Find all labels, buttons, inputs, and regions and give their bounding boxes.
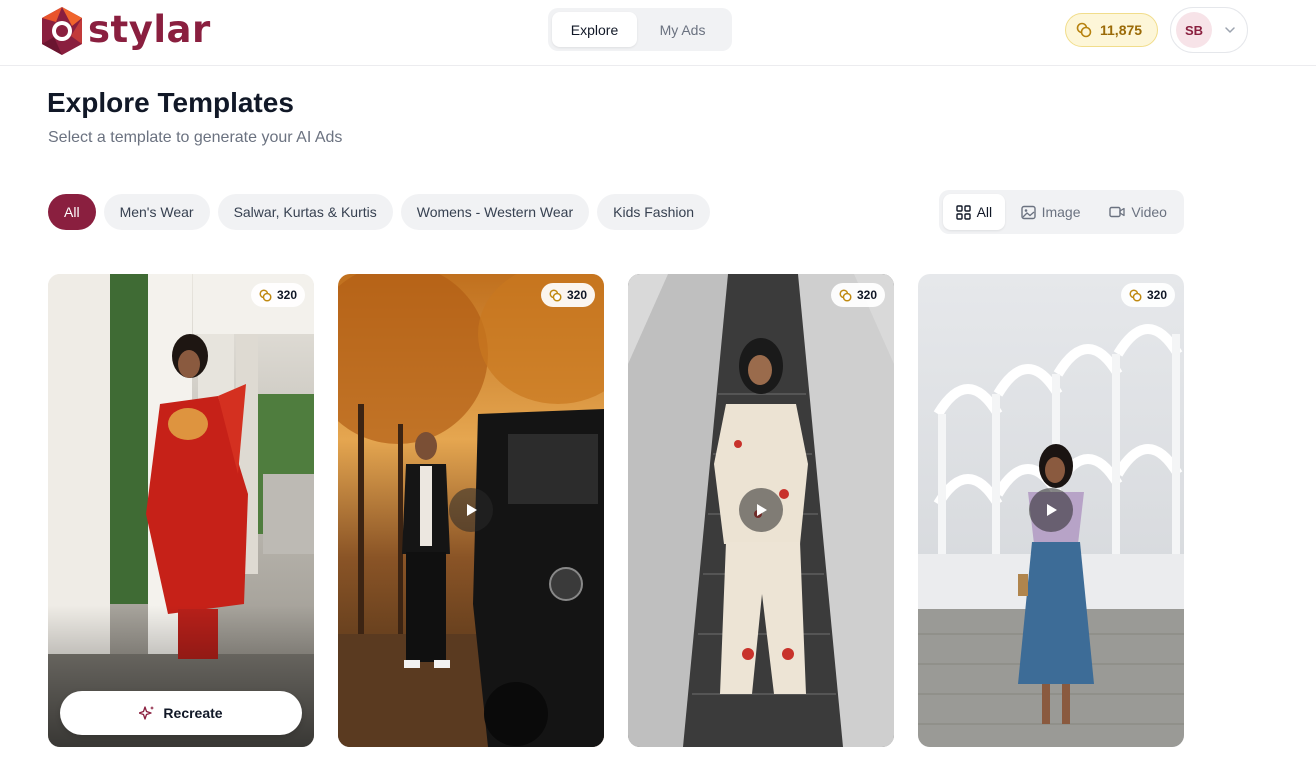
- media-tab-image-label: Image: [1041, 204, 1081, 220]
- coin-icon: [1129, 288, 1142, 302]
- media-tab-all-label: All: [976, 204, 993, 220]
- credit-cost-badge: 320: [540, 283, 595, 307]
- play-button[interactable]: [739, 488, 783, 532]
- recreate-button[interactable]: Recreate: [60, 691, 302, 735]
- avatar: SB: [1176, 12, 1212, 48]
- page-title: Explore Templates: [47, 87, 294, 118]
- media-tab-video-label: Video: [1131, 204, 1167, 220]
- template-image: [48, 274, 314, 747]
- media-type-tabs: All Image Video: [939, 190, 1184, 234]
- tab-my-ads[interactable]: My Ads: [637, 12, 728, 47]
- grid-icon: [955, 204, 971, 220]
- filter-womens-western-wear[interactable]: Womens - Western Wear: [400, 194, 590, 230]
- media-tab-all[interactable]: All: [943, 194, 1005, 230]
- recreate-label: Recreate: [163, 705, 223, 721]
- credit-cost-badge: 320: [1120, 283, 1175, 307]
- top-bar: stylar Explore My Ads 11,875 SB: [0, 0, 1316, 66]
- coin-icon: [839, 288, 852, 302]
- filter-kids-fashion[interactable]: Kids Fashion: [597, 194, 711, 230]
- brand-name: stylar: [88, 7, 211, 51]
- tab-explore[interactable]: Explore: [552, 12, 638, 47]
- credit-cost: 320: [1146, 288, 1167, 302]
- media-tab-image[interactable]: Image: [1005, 194, 1097, 230]
- logo-icon: [42, 7, 82, 55]
- logo[interactable]: stylar: [38, 4, 211, 58]
- category-filters: All Men's Wear Salwar, Kurtas & Kurtis W…: [48, 194, 711, 230]
- credit-cost-badge: 320: [830, 283, 885, 307]
- template-card[interactable]: 320 Recreate: [48, 274, 314, 747]
- image-icon: [1020, 205, 1036, 219]
- credits-amount: 11,875: [1100, 22, 1143, 38]
- filter-all[interactable]: All: [48, 194, 96, 230]
- credits-badge[interactable]: 11,875: [1065, 13, 1158, 47]
- page-subtitle: Select a template to generate your AI Ad…: [48, 129, 343, 146]
- credit-cost: 320: [276, 288, 297, 302]
- template-card[interactable]: 320: [338, 274, 604, 747]
- play-icon: [757, 504, 767, 516]
- video-icon: [1109, 206, 1126, 218]
- play-icon: [467, 504, 477, 516]
- main-nav: Explore My Ads: [548, 8, 732, 51]
- play-button[interactable]: [449, 488, 493, 532]
- credit-cost: 320: [566, 288, 587, 302]
- sparkles-icon: [139, 706, 155, 720]
- play-button[interactable]: [1029, 488, 1073, 532]
- filter-mens-wear[interactable]: Men's Wear: [103, 194, 210, 230]
- play-icon: [1047, 504, 1057, 516]
- template-card[interactable]: 320: [628, 274, 894, 747]
- coin-icon: [259, 288, 272, 302]
- media-tab-video[interactable]: Video: [1096, 194, 1180, 230]
- account-menu[interactable]: SB: [1170, 7, 1248, 53]
- template-card[interactable]: 320: [918, 274, 1184, 747]
- chevron-down-icon: [1225, 27, 1235, 33]
- coin-icon: [549, 288, 562, 302]
- credit-cost-badge: 320: [250, 283, 305, 307]
- credit-cost: 320: [856, 288, 877, 302]
- template-grid: 320 Recreate 320 320 320: [48, 274, 1184, 747]
- coin-icon: [1076, 22, 1092, 38]
- filter-salwar-kurtas-kurtis[interactable]: Salwar, Kurtas & Kurtis: [217, 194, 393, 230]
